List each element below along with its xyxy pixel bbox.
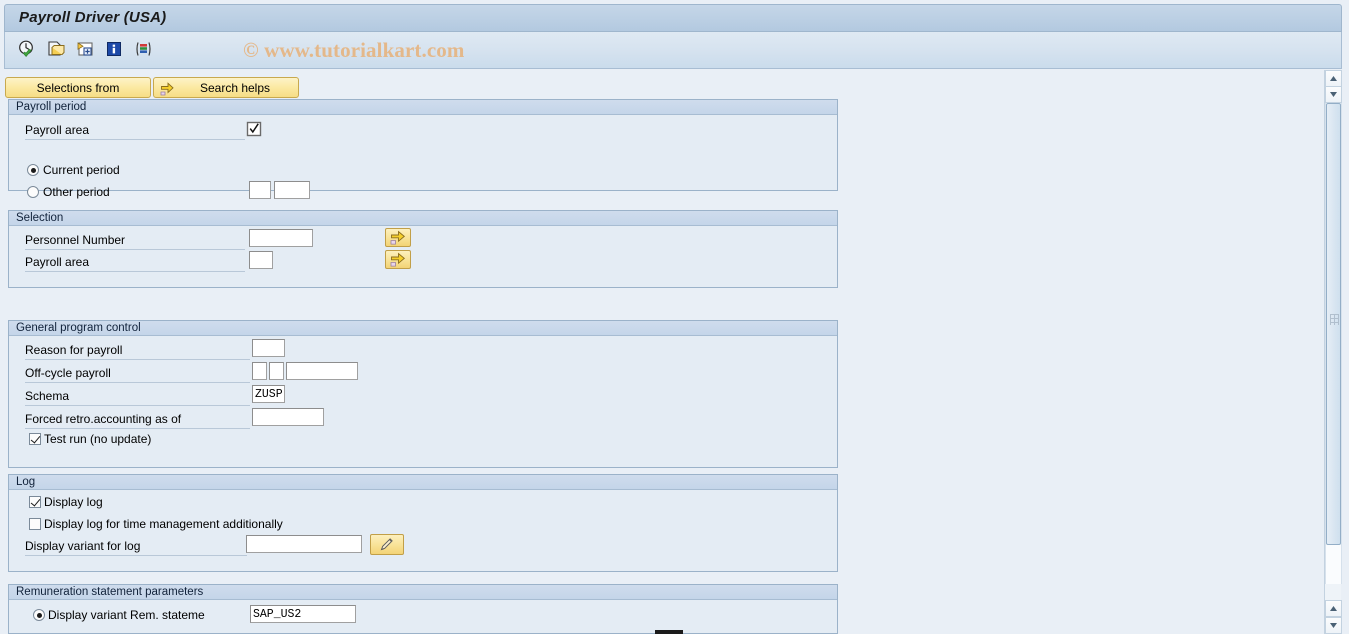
- panel-general-program-control-body: Reason for payroll Off-cycle payroll Sch…: [9, 336, 837, 467]
- panel-log: Log Display log Display log for time man…: [8, 474, 838, 572]
- arrow-right-icon: [160, 81, 175, 99]
- selection-payroll-area-input[interactable]: [249, 251, 273, 269]
- forced-retro-accounting-input[interactable]: [252, 408, 324, 426]
- panel-remuneration-body: Display variant Rem. stateme: [9, 600, 837, 633]
- scroll-up-button-bottom[interactable]: [1325, 600, 1342, 617]
- personnel-number-multiple-selection-button[interactable]: [385, 228, 411, 247]
- schema-input[interactable]: [252, 385, 285, 403]
- payroll-period-area-label: Payroll area: [25, 123, 90, 137]
- scroll-down-button-bottom[interactable]: [1325, 617, 1342, 634]
- checkbox-display-log[interactable]: [29, 496, 41, 508]
- off-cycle-field-3[interactable]: [286, 362, 358, 380]
- search-helps-label: Search helps: [199, 80, 271, 95]
- reason-for-payroll-label: Reason for payroll: [25, 343, 123, 357]
- panel-remuneration-statement: Remuneration statement parameters Displa…: [8, 584, 838, 634]
- checkbox-display-log-time-management[interactable]: [29, 518, 41, 530]
- variant-icon[interactable]: [131, 37, 155, 61]
- schema-label: Schema: [25, 389, 70, 403]
- radio-other-period[interactable]: [27, 186, 39, 198]
- radio-current-period[interactable]: [27, 164, 39, 176]
- sap-selection-screen: Payroll Driver (USA) © www.tutorialkart.…: [0, 0, 1354, 634]
- label-leader-line: [25, 249, 245, 250]
- execute-plus-icon[interactable]: [44, 37, 68, 61]
- payroll-area-checkbox-icon-button[interactable]: [245, 120, 263, 138]
- display-variant-for-log-input[interactable]: [246, 535, 362, 553]
- selections-from-label: Selections from: [36, 80, 120, 95]
- label-leader-line: [25, 382, 250, 383]
- panel-selection-header: Selection: [9, 211, 837, 226]
- scrollbar-thumb[interactable]: [1326, 103, 1341, 545]
- radio-other-period-label: Other period: [43, 185, 110, 199]
- label-leader-line: [25, 271, 245, 272]
- label-leader-line: [25, 359, 250, 360]
- label-leader-line: [25, 139, 245, 140]
- panel-payroll-period: Payroll period Payroll area Current peri…: [8, 99, 838, 199]
- scroll-down-button[interactable]: [1325, 86, 1342, 103]
- panel-payroll-period-body: Payroll area Current period Other period: [9, 115, 837, 199]
- scrollbar-grip-icon: [1330, 314, 1339, 325]
- action-button-row: Selections from Search helps: [5, 77, 299, 98]
- selection-payroll-area-label: Payroll area: [25, 255, 90, 269]
- panel-remuneration-header: Remuneration statement parameters: [9, 585, 837, 600]
- off-cycle-field-1[interactable]: [252, 362, 267, 380]
- page-title: Payroll Driver (USA): [19, 9, 167, 26]
- selections-from-button[interactable]: Selections from: [5, 77, 151, 98]
- application-toolbar: [4, 32, 1342, 69]
- window-right-edge: [1349, 0, 1354, 634]
- other-period-field-1[interactable]: [249, 181, 271, 199]
- panel-general-program-control-header: General program control: [9, 321, 837, 336]
- info-icon[interactable]: [102, 37, 126, 61]
- execute-background-icon[interactable]: [73, 37, 97, 61]
- display-variant-rem-statement-input[interactable]: [250, 605, 356, 623]
- toolbar-icon-group: [15, 37, 155, 61]
- off-cycle-field-2[interactable]: [269, 362, 284, 380]
- label-leader-line: [25, 555, 247, 556]
- personnel-number-label: Personnel Number: [25, 233, 126, 247]
- reason-for-payroll-input[interactable]: [252, 339, 285, 357]
- panel-general-program-control: General program control Reason for payro…: [8, 320, 838, 468]
- radio-display-variant-rem-statement-label: Display variant Rem. stateme: [48, 608, 205, 622]
- label-leader-line: [25, 428, 250, 429]
- checkbox-display-log-time-management-label: Display log for time management addition…: [44, 517, 283, 531]
- panel-log-body: Display log Display log for time managem…: [9, 490, 837, 571]
- watermark-text: © www.tutorialkart.com: [243, 38, 465, 62]
- horizontal-scrollbar-stub[interactable]: [655, 630, 683, 634]
- forced-retro-accounting-label: Forced retro.accounting as of: [25, 412, 182, 426]
- display-variant-edit-button[interactable]: [370, 534, 404, 555]
- personnel-number-input[interactable]: [249, 229, 313, 247]
- scrollbar-track[interactable]: [1325, 103, 1342, 584]
- panel-log-header: Log: [9, 475, 837, 490]
- panel-selection: Selection Personnel Number Payroll area: [8, 210, 838, 288]
- execute-icon[interactable]: [15, 37, 39, 61]
- checkbox-display-log-label: Display log: [44, 495, 103, 509]
- vertical-scrollbar[interactable]: [1324, 70, 1342, 634]
- other-period-field-2[interactable]: [274, 181, 310, 199]
- off-cycle-payroll-label: Off-cycle payroll: [25, 366, 111, 380]
- panel-payroll-period-header: Payroll period: [9, 100, 837, 115]
- radio-current-period-label: Current period: [43, 163, 120, 177]
- panel-selection-body: Personnel Number Payroll area: [9, 226, 837, 287]
- label-leader-line: [25, 405, 250, 406]
- scroll-up-button[interactable]: [1325, 70, 1342, 87]
- search-helps-button[interactable]: Search helps: [153, 77, 299, 98]
- checkbox-test-run-label: Test run (no update): [44, 432, 152, 446]
- display-variant-for-log-label: Display variant for log: [25, 539, 141, 553]
- window-title-bar: Payroll Driver (USA): [4, 4, 1342, 32]
- checkbox-test-run[interactable]: [29, 433, 41, 445]
- radio-display-variant-rem-statement[interactable]: [33, 609, 45, 621]
- payroll-area-multiple-selection-button[interactable]: [385, 250, 411, 269]
